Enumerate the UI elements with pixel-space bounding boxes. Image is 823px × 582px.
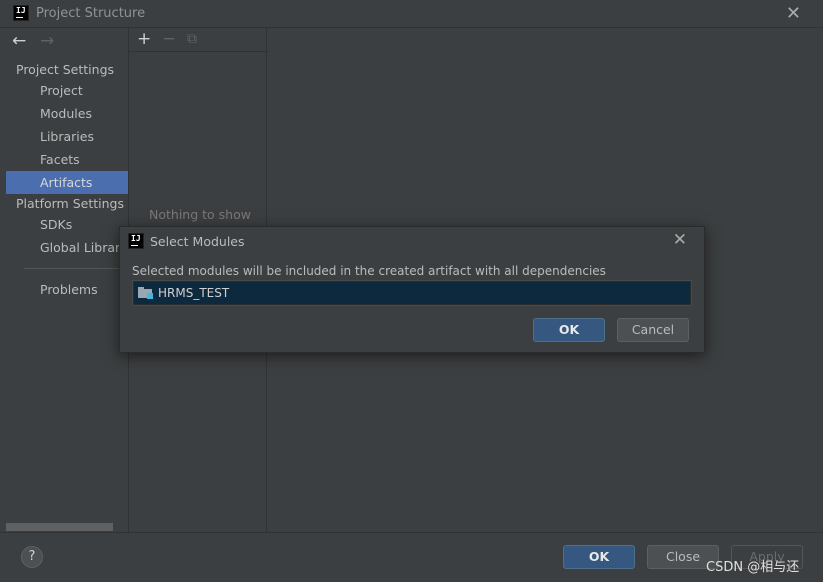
dialog-description: Selected modules will be included in the… xyxy=(132,264,606,278)
settings-sidebar: ← → Project Settings Project Modules Lib… xyxy=(6,28,128,532)
select-modules-dialog: IJ Select Modules ✕ Selected modules wil… xyxy=(119,226,705,353)
title-bar: IJ Project Structure ✕ xyxy=(0,0,823,28)
remove-artifact-icon[interactable]: − xyxy=(162,29,176,49)
sidebar-item-artifacts[interactable]: Artifacts xyxy=(6,171,128,194)
window-title: Project Structure xyxy=(36,6,146,21)
dialog-app-icon: IJ xyxy=(128,233,144,249)
forward-arrow-icon[interactable]: → xyxy=(40,31,54,51)
sidebar-item-project[interactable]: Project xyxy=(6,79,128,102)
dialog-title: Select Modules xyxy=(150,234,245,249)
nav-buttons: ← → xyxy=(6,30,126,52)
help-button[interactable]: ? xyxy=(21,546,43,568)
intellij-app-icon: IJ xyxy=(13,5,29,21)
sidebar-item-global-libraries[interactable]: Global Libraries xyxy=(6,236,128,259)
modules-list: HRMS_TEST xyxy=(132,280,692,306)
copy-artifact-icon[interactable]: ⧉ xyxy=(187,29,197,49)
window-close-icon[interactable]: ✕ xyxy=(786,3,801,24)
csdn-watermark: CSDN @相与还 xyxy=(706,560,800,575)
list-item-module[interactable]: HRMS_TEST xyxy=(134,282,690,304)
dialog-close-icon[interactable]: ✕ xyxy=(673,230,687,250)
dialog-ok-button[interactable]: OK xyxy=(533,318,605,342)
sidebar-item-sdks[interactable]: SDKs xyxy=(6,213,128,236)
dialog-cancel-button[interactable]: Cancel xyxy=(617,318,689,342)
sidebar-horizontal-scrollbar[interactable] xyxy=(6,523,113,531)
sidebar-item-problems[interactable]: Problems xyxy=(6,278,128,301)
project-settings-header: Project Settings xyxy=(16,62,115,77)
module-folder-icon xyxy=(138,287,153,299)
ok-button[interactable]: OK xyxy=(563,545,635,569)
add-artifact-icon[interactable]: + xyxy=(137,29,151,49)
artifacts-toolbar: + − ⧉ xyxy=(129,28,268,52)
sidebar-separator xyxy=(24,268,128,269)
platform-settings-header: Platform Settings xyxy=(16,196,124,211)
sidebar-item-libraries[interactable]: Libraries xyxy=(6,125,128,148)
sidebar-item-facets[interactable]: Facets xyxy=(6,148,128,171)
empty-list-text: Nothing to show xyxy=(149,207,251,222)
sidebar-item-modules[interactable]: Modules xyxy=(6,102,128,125)
module-name: HRMS_TEST xyxy=(158,286,230,300)
back-arrow-icon[interactable]: ← xyxy=(12,31,26,51)
project-structure-window: IJ Project Structure ✕ ← → Project Setti… xyxy=(0,0,823,582)
